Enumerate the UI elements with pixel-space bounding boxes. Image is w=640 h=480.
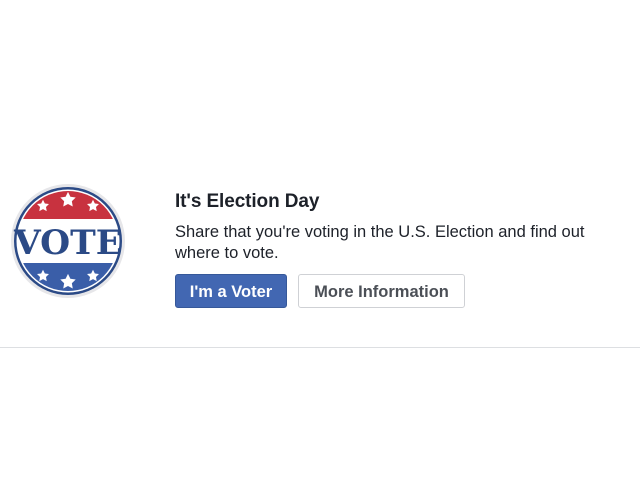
divider — [0, 347, 640, 348]
more-information-button[interactable]: More Information — [298, 274, 465, 308]
vote-badge-text: VOTE — [13, 223, 122, 263]
election-day-prompt: VOTE It's Election Day Share that you're… — [0, 0, 640, 480]
vote-badge-icon: VOTE — [10, 183, 126, 299]
prompt-title: It's Election Day — [175, 191, 320, 212]
prompt-description: Share that you're voting in the U.S. Ele… — [175, 223, 585, 262]
im-a-voter-button[interactable]: I'm a Voter — [175, 274, 287, 308]
